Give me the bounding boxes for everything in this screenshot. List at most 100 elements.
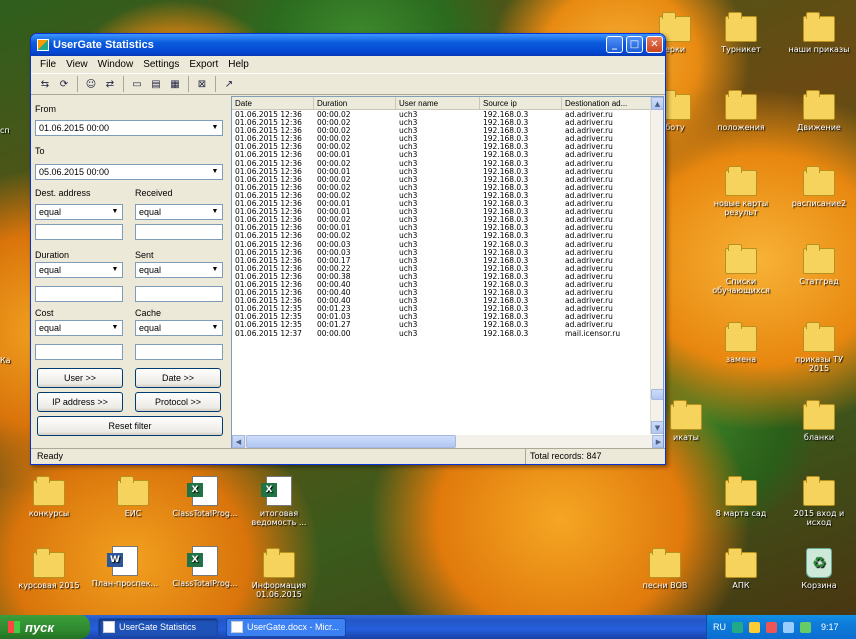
desktop-icon-classtotalprog-1[interactable]: X ClassTotalProg... (170, 476, 240, 518)
desktop-icon-itogovaya[interactable]: Xитоговая ведомость ... (244, 476, 314, 527)
language-indicator[interactable]: RU (713, 622, 726, 632)
start-button[interactable]: пуск (0, 615, 90, 639)
cost-operator[interactable]: equal ▼ (35, 320, 123, 336)
desktop-icon-classtotalprog-2[interactable]: X ClassTotalProg... (170, 546, 240, 588)
minimize-button[interactable]: _ (606, 36, 623, 53)
close-button[interactable]: ✕ (646, 36, 663, 53)
view-list-icon[interactable]: ▤ (148, 76, 164, 92)
chevron-down-icon[interactable]: ▼ (209, 206, 221, 218)
to-date-combo[interactable]: 05.06.2015 00:00 ▼ (35, 164, 223, 180)
chevron-down-icon[interactable]: ▼ (209, 322, 221, 334)
column-duration[interactable]: Duration (314, 97, 396, 110)
desktop-icon-dvizhenie[interactable]: Движение (784, 90, 854, 132)
cache-operator[interactable]: equal ▼ (135, 320, 223, 336)
desktop-icon-raspisanie2[interactable]: расписание2 (784, 166, 854, 208)
user-button[interactable]: User >> (37, 368, 123, 388)
column-source-ip[interactable]: Source ip (480, 97, 562, 110)
scroll-right-icon[interactable]: ▶ (652, 435, 663, 448)
tray-volume-icon[interactable] (783, 621, 794, 633)
table-row[interactable]: 01.06.2015 12:37 00:00.00 uch3 192.168.0.3 m… (232, 329, 652, 338)
hscroll-thumb[interactable] (246, 435, 456, 448)
dest-address-input[interactable] (35, 224, 123, 240)
scroll-down-icon[interactable]: ▼ (651, 421, 663, 434)
chevron-down-icon[interactable]: ▼ (209, 122, 221, 134)
sent-operator[interactable]: equal ▼ (135, 262, 223, 278)
connect-icon[interactable]: ⇆ (37, 76, 53, 92)
scroll-up-icon[interactable]: ▲ (651, 97, 663, 110)
desktop-icon-statgrad[interactable]: Статград (784, 244, 854, 286)
desktop-icon-prikazy-tu[interactable]: приказы ТУ 2015 (784, 322, 854, 373)
desktop-icon-plan-prospekt[interactable]: W План-проспек... (90, 546, 160, 588)
horizontal-scrollbar[interactable]: ◀ ▶ (232, 435, 663, 448)
network-icon[interactable]: ⇄ (102, 76, 118, 92)
duration-input[interactable] (35, 286, 123, 302)
chevron-down-icon[interactable]: ▼ (109, 264, 121, 276)
desktop-icon-turniket[interactable]: Турникет (706, 12, 776, 54)
desktop-icon-pesni-vov[interactable]: песни ВОВ (630, 548, 700, 590)
protocol-button[interactable]: Protocol >> (135, 392, 221, 412)
desktop-icon-kursovaya[interactable]: курсовая 2015 (14, 548, 84, 590)
sent-input[interactable] (135, 286, 223, 302)
column-user-name[interactable]: User name (396, 97, 480, 110)
toolbar-separator (215, 76, 216, 92)
desktop-icon-apk[interactable]: АПК (706, 548, 776, 590)
desktop-icon-konkursy[interactable]: конкурсы (14, 476, 84, 518)
title-bar[interactable]: UserGate Statistics _ □ ✕ (31, 34, 665, 56)
maximize-button[interactable]: □ (626, 36, 643, 53)
column-destination[interactable]: Destionation ad... (562, 97, 654, 110)
view-detail-icon[interactable]: ▦ (167, 76, 183, 92)
desktop-icon-novye-karty[interactable]: новые карты результ (706, 166, 776, 217)
tray-antivirus-icon[interactable] (766, 621, 777, 633)
chevron-down-icon[interactable]: ▼ (209, 264, 221, 276)
desktop-icon-recycle-bin[interactable]: ♻ Корзина (784, 548, 854, 590)
desktop-icon-partial-left-2[interactable]: Ка (0, 356, 16, 365)
desktop-icon-ikaty[interactable]: икаты (666, 400, 706, 442)
chevron-down-icon[interactable]: ▼ (209, 166, 221, 178)
scroll-thumb[interactable] (651, 389, 663, 400)
excel-file-icon: X (187, 476, 218, 506)
users-icon[interactable]: ☺ (83, 76, 99, 92)
desktop-icon-partial-left-1[interactable]: сп (0, 126, 16, 135)
excel-file-icon: X (261, 476, 292, 506)
tray-shield-icon[interactable] (800, 621, 811, 633)
desktop-icon-eis[interactable]: ЕИС (98, 476, 168, 518)
menu-window[interactable]: Window (93, 59, 139, 70)
taskbar-usergate[interactable]: UserGate Statistics (98, 617, 218, 637)
cost-input[interactable] (35, 344, 123, 360)
desktop-icon-informaciya[interactable]: Информация 01.06.2015 (244, 548, 314, 599)
cost-label: Cost (35, 308, 54, 318)
duration-operator[interactable]: equal ▼ (35, 262, 123, 278)
vertical-scrollbar[interactable]: ▲ ▼ (650, 97, 663, 434)
received-input[interactable] (135, 224, 223, 240)
tray-app-icon[interactable] (732, 621, 743, 633)
reset-filter-button[interactable]: Reset filter (37, 416, 223, 436)
desktop-icon-8-marta[interactable]: 8 марта сад (706, 476, 776, 518)
desktop-icon-spiski[interactable]: Списки обучающихся (706, 244, 776, 295)
chevron-down-icon[interactable]: ▼ (109, 206, 121, 218)
chevron-down-icon[interactable]: ▼ (109, 322, 121, 334)
menu-file[interactable]: File (35, 59, 61, 70)
received-operator[interactable]: equal ▼ (135, 204, 223, 220)
scroll-left-icon[interactable]: ◀ (232, 435, 245, 448)
desktop-icon-zamena[interactable]: замена (706, 322, 776, 364)
refresh-icon[interactable]: ⟳ (56, 76, 72, 92)
taskbar-word-doc[interactable]: UserGate.docx - Micr... (226, 617, 346, 637)
desktop-icon-polozheniya[interactable]: положения (706, 90, 776, 132)
ip-address-button[interactable]: IP address >> (37, 392, 123, 412)
desktop-icon-blanki[interactable]: бланки (784, 400, 854, 442)
view-small-icon[interactable]: ▭ (129, 76, 145, 92)
from-date-combo[interactable]: 01.06.2015 00:00 ▼ (35, 120, 223, 136)
desktop-icon-2015-vhod[interactable]: 2015 вход и исход (784, 476, 854, 527)
cache-input[interactable] (135, 344, 223, 360)
desktop-icon-nashi-prikazy[interactable]: наши приказы (784, 12, 854, 54)
delete-icon[interactable]: ⊠ (194, 76, 210, 92)
menu-help[interactable]: Help (223, 59, 254, 70)
menu-view[interactable]: View (61, 59, 93, 70)
menu-export[interactable]: Export (184, 59, 223, 70)
date-button[interactable]: Date >> (135, 368, 221, 388)
chart-icon[interactable]: ↗ (221, 76, 237, 92)
tray-network-icon[interactable] (749, 621, 760, 633)
dest-address-operator[interactable]: equal ▼ (35, 204, 123, 220)
column-date[interactable]: Date (232, 97, 314, 110)
menu-settings[interactable]: Settings (138, 59, 184, 70)
